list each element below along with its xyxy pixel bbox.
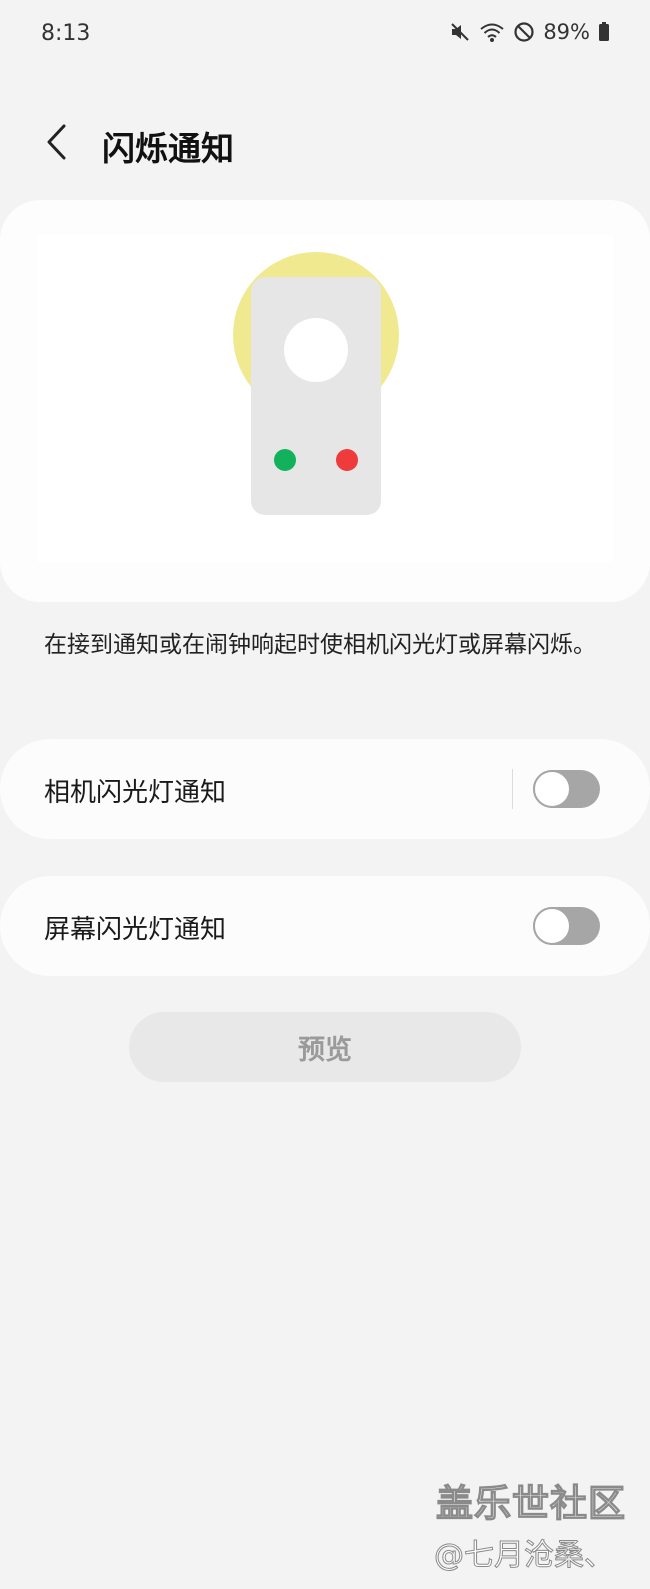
screen-flash-toggle[interactable] xyxy=(533,907,600,945)
page-title: 闪烁通知 xyxy=(102,129,234,168)
status-bar: 8:13 89% xyxy=(0,0,650,70)
back-button[interactable] xyxy=(36,118,76,170)
screen-flash-label: 屏幕闪光灯通知 xyxy=(44,915,227,945)
device-body xyxy=(251,277,381,515)
flash-illustration xyxy=(37,235,613,562)
mute-icon xyxy=(449,21,471,43)
status-time: 8:13 xyxy=(41,21,91,46)
camera-flash-row[interactable]: 相机闪光灯通知 xyxy=(0,739,650,839)
preview-button[interactable]: 预览 xyxy=(129,1012,521,1082)
app-header: 闪烁通知 xyxy=(0,110,650,180)
battery-percent: 89% xyxy=(543,20,590,44)
illustration-card xyxy=(0,200,650,602)
status-dot-green xyxy=(274,449,296,471)
camera-flash-label: 相机闪光灯通知 xyxy=(44,778,227,808)
do-not-disturb-icon xyxy=(513,21,535,43)
row-divider xyxy=(512,769,513,809)
wifi-icon xyxy=(479,21,505,43)
description-text: 在接到通知或在闹钟响起时使相机闪光灯或屏幕闪烁。 xyxy=(44,632,596,658)
toggle-knob xyxy=(533,770,571,808)
watermark-author: @七月沧桑、 xyxy=(434,1538,615,1574)
toggle-knob xyxy=(533,907,571,945)
status-icons: 89% xyxy=(449,20,610,44)
camera-flash-toggle[interactable] xyxy=(533,770,600,808)
battery-icon xyxy=(598,21,610,43)
status-dot-red xyxy=(336,449,358,471)
chevron-left-icon xyxy=(44,123,68,165)
camera-lens xyxy=(284,318,348,382)
screen-flash-row[interactable]: 屏幕闪光灯通知 xyxy=(0,876,650,976)
watermark-text: 盖乐世社区 xyxy=(435,1481,626,1525)
